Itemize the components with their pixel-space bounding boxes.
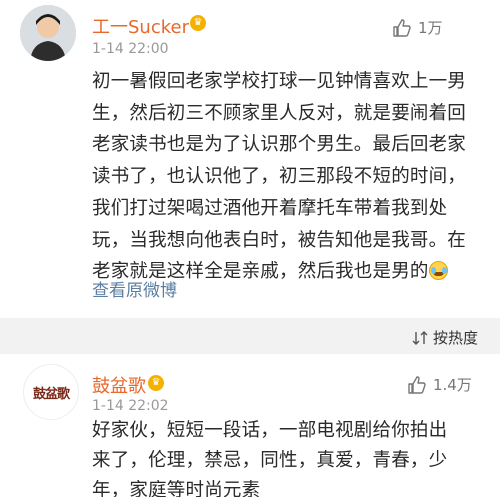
username[interactable]: 工一Sucker (92, 13, 189, 39)
sort-bar: 按热度 (0, 318, 500, 354)
like-button[interactable]: 1万 (392, 17, 443, 38)
comment-line: 生，然后初三不顾家里人反对，就是要闹着回 (92, 102, 467, 124)
comment-line: 年，家庭等时尚元素 (92, 480, 261, 497)
timestamp: 1-14 22:02 (92, 398, 169, 414)
sort-button[interactable]: 按热度 (412, 327, 478, 348)
like-count: 1万 (418, 19, 443, 37)
sort-icon (412, 330, 428, 345)
avatar-calligraphy: 鼓盆歌 (32, 386, 70, 402)
comment-line: 读书了，也认识他了，初三那段不短的时间， (92, 166, 467, 188)
avatar[interactable] (20, 5, 76, 61)
comment-line: 玩，当我想向他表白时，被告知他是我哥。在 (92, 229, 467, 251)
avatar[interactable]: 鼓盆歌 (23, 364, 79, 420)
comment-body: 好家伙，短短一段话，一部电视剧给你拍出 来了，伦理，禁忌，同性，真爱，青春，少 … (92, 416, 482, 497)
timestamp: 1-14 22:00 (92, 41, 169, 57)
vip-crown-icon: ♛ (190, 15, 206, 31)
comment-line: 老家读书也是为了认识那个男生。最后回老家 (92, 134, 467, 156)
vip-crown-icon: ♛ (148, 375, 164, 391)
like-count: 1.4万 (433, 376, 472, 394)
username[interactable]: 鼓盆歌 (92, 372, 146, 398)
comment-card: 鼓盆歌 鼓盆歌 ♛ 1-14 22:02 1.4万 好家伙，短短一段话，一部电视… (0, 354, 500, 497)
comment-card: 工一Sucker ♛ 1-14 22:00 1万 初一暑假回老家学校打球一见钟情… (0, 0, 500, 318)
thumbs-up-icon (393, 18, 411, 37)
avatar-photo (20, 5, 76, 61)
comment-line: 来了，伦理，禁忌，同性，真爱，青春，少 (92, 450, 448, 471)
thumbs-up-icon (408, 375, 426, 394)
comment-body: 初一暑假回老家学校打球一见钟情喜欢上一男 生，然后初三不顾家里人反对，就是要闹着… (92, 66, 487, 288)
view-original-link[interactable]: 查看原微博 (92, 276, 177, 301)
sort-label: 按热度 (432, 329, 478, 347)
like-button[interactable]: 1.4万 (407, 374, 472, 395)
comment-line: 好家伙，短短一段话，一部电视剧给你拍出 (92, 420, 448, 441)
cry-laugh-emoji (428, 261, 448, 281)
comment-line: 我们打过架喝过酒他开着摩托车带着我到处 (92, 197, 448, 219)
comment-line: 初一暑假回老家学校打球一见钟情喜欢上一男 (92, 71, 467, 92)
